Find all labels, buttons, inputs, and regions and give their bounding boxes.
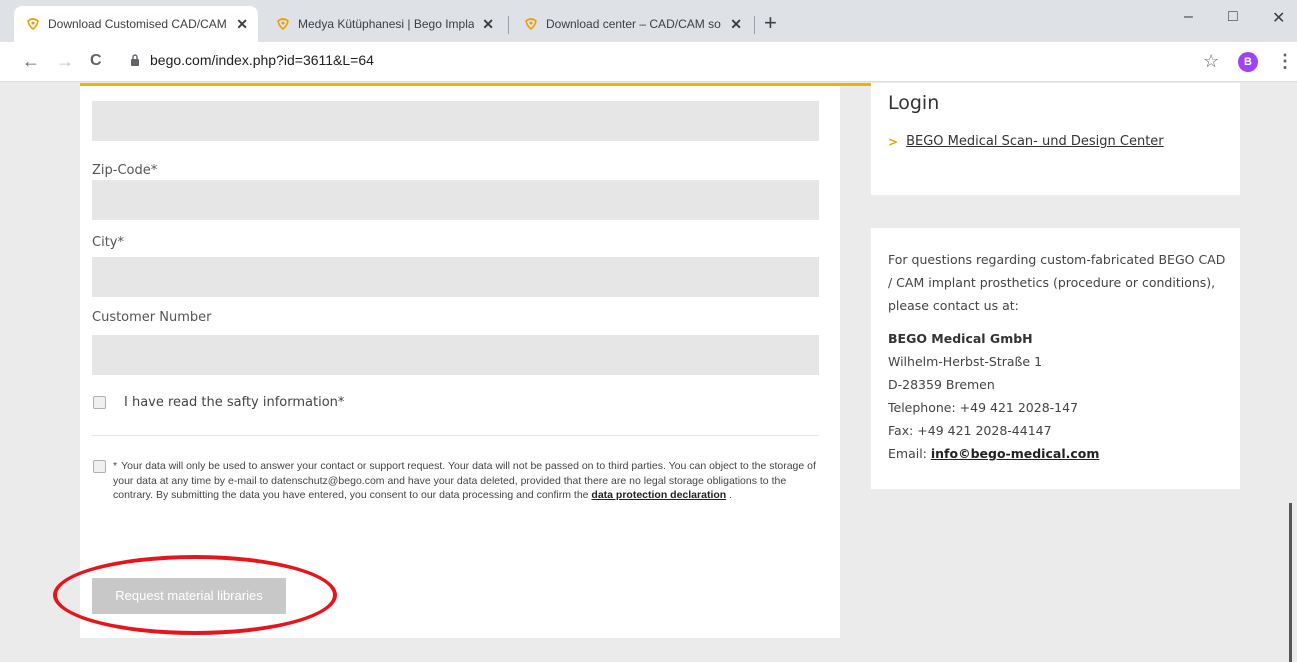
contact-info: For questions regarding custom-fabricate… [888, 248, 1228, 465]
tab-title: Download Customised CAD/CAM [48, 17, 227, 31]
data-protection-link[interactable]: data protection declaration [591, 489, 726, 501]
scrollbar-thumb[interactable] [1289, 503, 1292, 662]
privacy-checkbox[interactable] [93, 460, 106, 473]
bego-favicon-icon [277, 18, 289, 31]
safety-checkbox[interactable] [93, 396, 106, 409]
address-toolbar: ← → C bego.com/index.php?id=3611&L=64 ☆ … [0, 42, 1297, 82]
forward-button[interactable]: → [56, 50, 74, 72]
scan-design-center-link[interactable]: > BEGO Medical Scan- und Design Center [888, 134, 1164, 149]
link-label: BEGO Medical Scan- und Design Center [906, 134, 1164, 149]
email-line: Email: info©bego-medical.com [888, 442, 1228, 465]
previous-input-field[interactable] [92, 101, 819, 141]
tab-title: Download center – CAD/CAM so [546, 17, 721, 31]
maximize-button[interactable]: □ [1228, 8, 1238, 26]
contact-card: For questions regarding custom-fabricate… [871, 228, 1240, 489]
page-content: Zip-Code* City* Customer Number I have r… [0, 83, 1297, 662]
login-title: Login [888, 92, 940, 114]
request-form: Zip-Code* City* Customer Number I have r… [80, 83, 840, 638]
bego-favicon-icon [27, 18, 39, 31]
safety-checkbox-label: I have read the safty information* [124, 395, 345, 410]
form-divider [92, 435, 819, 436]
customer-number-label: Customer Number [92, 310, 212, 325]
fax: Fax: +49 421 2028-44147 [888, 423, 1052, 438]
tab-download-center[interactable]: Download center – CAD/CAM so ✕ [512, 6, 752, 42]
city-input[interactable] [92, 257, 819, 297]
url-bar[interactable]: bego.com/index.php?id=3611&L=64 [130, 52, 374, 68]
city-label: City* [92, 235, 124, 250]
tab-separator [508, 16, 509, 34]
tab-close-icon[interactable]: ✕ [730, 16, 742, 33]
privacy-consent-text: * Your data will only be used to answer y… [113, 459, 823, 503]
tab-strip: Download Customised CAD/CAM ✕ Medya Kütü… [0, 0, 1297, 42]
profile-avatar[interactable]: B [1238, 52, 1258, 72]
zip-code-input[interactable] [92, 180, 819, 220]
telephone: Telephone: +49 421 2028-147 [888, 400, 1079, 415]
street-address: Wilhelm-Herbst-Straße 1 [888, 354, 1043, 369]
privacy-end: . [726, 489, 733, 501]
email-label: Email: [888, 446, 931, 461]
new-tab-button[interactable]: + [764, 12, 777, 34]
tab-close-icon[interactable]: ✕ [482, 16, 494, 33]
tab-close-icon[interactable]: ✕ [236, 16, 248, 33]
contact-intro: For questions regarding custom-fabricate… [888, 252, 1226, 313]
back-button[interactable]: ← [22, 50, 40, 72]
zip-code-label: Zip-Code* [92, 163, 158, 178]
url-text: bego.com/index.php?id=3611&L=64 [150, 52, 374, 68]
lock-icon [131, 54, 139, 66]
city-address: D-28359 Bremen [888, 377, 995, 392]
tab-download-customised[interactable]: Download Customised CAD/CAM ✕ [14, 6, 258, 42]
tab-medya-kutuphanesi[interactable]: Medya Kütüphanesi | Bego Impla ✕ [264, 6, 504, 42]
company-name: BEGO Medical GmbH [888, 331, 1033, 346]
request-material-libraries-button[interactable]: Request material libraries [92, 578, 286, 614]
customer-number-input[interactable] [92, 335, 819, 375]
bookmark-star-icon[interactable]: ☆ [1203, 51, 1219, 72]
chevron-right-icon: > [888, 134, 899, 149]
tab-title: Medya Kütüphanesi | Bego Impla [298, 17, 475, 31]
tab-separator [754, 16, 755, 34]
browser-menu-icon[interactable]: ⋮ [1276, 51, 1294, 72]
minimize-button[interactable]: – [1184, 8, 1193, 26]
bego-favicon-icon [525, 18, 537, 31]
email-link[interactable]: info©bego-medical.com [931, 446, 1100, 461]
login-card: Login > BEGO Medical Scan- und Design Ce… [871, 83, 1240, 195]
close-window-button[interactable]: ✕ [1272, 8, 1285, 28]
reload-button[interactable]: C [90, 50, 102, 72]
required-asterisk: * [113, 460, 118, 472]
